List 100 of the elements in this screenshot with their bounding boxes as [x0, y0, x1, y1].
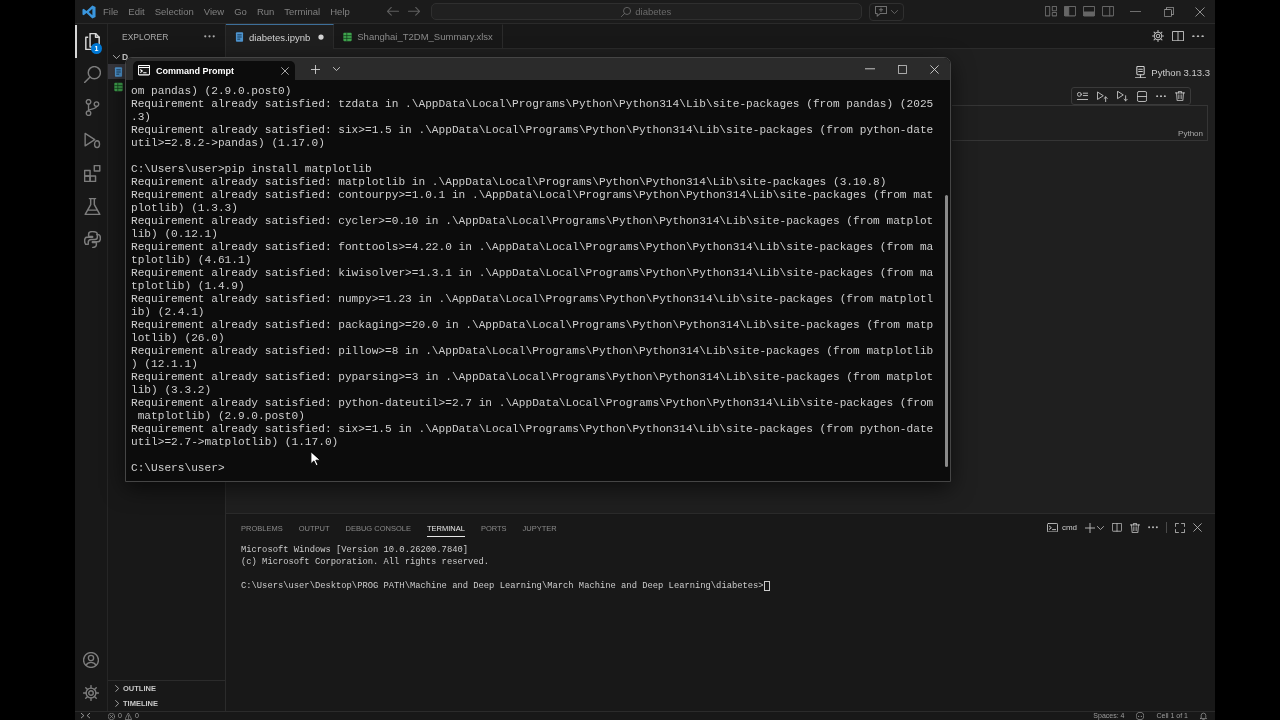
menu-item[interactable]: Go	[229, 2, 252, 21]
file-item[interactable]	[108, 64, 125, 79]
terminal-line: tplotlib) (1.4.9)	[131, 280, 245, 293]
cell-language[interactable]: Python	[1178, 129, 1203, 138]
run-by-line-icon[interactable]	[1077, 91, 1088, 101]
terminal-line: C:\Users\user>	[131, 462, 225, 475]
terminal-line: Requirement already satisfied: six>=1.5 in .\AppData\Local\Programs\Python\Python314\Lib\site-packages (from python-date	[131, 124, 934, 137]
more-icon[interactable]	[1192, 34, 1204, 38]
window-tab[interactable]: Command Prompt	[133, 61, 295, 80]
settings-icon[interactable]	[83, 684, 99, 701]
plus-icon[interactable]	[311, 64, 320, 74]
terminal-line: C:\Users\user\Desktop\PROG PATH\Machine and Deep Learning\March Machine and Deep Learning\diabetes>	[241, 580, 764, 592]
terminal-icon	[138, 65, 150, 76]
menu-item[interactable]: Help	[325, 2, 355, 21]
restore-icon[interactable]	[1163, 6, 1174, 17]
editor-tab[interactable]: Shanghai_T2DM_Summary.xlsx	[334, 24, 503, 48]
search-icon	[621, 6, 632, 17]
notebook-file-icon	[235, 32, 244, 42]
terminal-line: util>=2.8.2->pandas) (1.17.0)	[131, 137, 325, 150]
terminal-line: Requirement already satisfied: pyparsing>=3 in .\AppData\Local\Programs\Python\Python314\Lib\site-packages (from matplot	[131, 371, 934, 384]
forward-arrow-icon[interactable]	[407, 7, 420, 16]
terminal-line: Requirement already satisfied: fonttools>=4.22.0 in .\AppData\Local\Programs\Python\Python314\Lib\site-packages (from ma	[131, 241, 934, 254]
terminal-line: lib) (3.3.2)	[131, 384, 212, 397]
error-icon	[108, 712, 115, 720]
flask-icon	[83, 198, 101, 215]
more-icon[interactable]	[204, 35, 215, 38]
close-icon[interactable]	[1195, 6, 1205, 17]
terminal-line: tplotlib) (4.61.1)	[131, 254, 252, 267]
sidebar-title: EXPLORER	[122, 31, 169, 42]
more-icon[interactable]	[1156, 94, 1166, 98]
run-above-icon[interactable]	[1097, 90, 1108, 102]
terminal-line: Requirement already satisfied: six>=1.5 in .\AppData\Local\Programs\Python\Python314\Lib\site-packages (from python-date	[131, 423, 934, 436]
close-icon[interactable]	[1193, 523, 1202, 532]
terminal-icon	[1046, 522, 1058, 533]
scrollbar-thumb[interactable]	[945, 195, 948, 467]
terminal-line: plotlib) (1.3.3)	[131, 202, 238, 215]
terminal-line: Requirement already satisfied: contourpy>=1.0.1 in .\AppData\Local\Programs\Python\Python314\Lib\site-packages (from mat	[131, 189, 934, 202]
remote-icon[interactable]	[81, 713, 90, 719]
text-cursor-icon	[763, 581, 770, 591]
terminal-line: util>=2.7->matplotlib) (1.17.0)	[131, 436, 339, 449]
chat-button[interactable]	[868, 2, 904, 21]
terminal-line: C:\Users\user>pip install matplotlib	[131, 163, 372, 176]
terminal-line: Requirement already satisfied: pillow>=8 in .\AppData\Local\Programs\Python\Python314\Lib\site-packages (from matplotlib	[131, 345, 934, 358]
mouse-pointer-icon	[310, 451, 320, 467]
terminal-line: om pandas) (2.9.0.post0)	[131, 85, 292, 98]
minimize-icon[interactable]	[1130, 10, 1141, 13]
terminal-line: matplotlib) (2.9.0.post0)	[136, 410, 305, 423]
terminal-profile-button[interactable]: cmd	[1046, 522, 1077, 533]
caret-icon[interactable]	[333, 67, 340, 71]
menu-item[interactable]: View	[198, 2, 230, 21]
split-terminal-icon[interactable]	[1112, 523, 1122, 532]
terminal-line: (c) Microsoft Corporation. All rights reserved.	[241, 556, 490, 568]
maximize-icon[interactable]	[897, 64, 907, 74]
back-arrow-icon[interactable]	[386, 7, 399, 16]
menu-item[interactable]: Terminal	[279, 2, 326, 21]
sidebar-toggle-icon[interactable]	[1064, 6, 1076, 17]
files-icon	[83, 33, 101, 50]
terminal-line: Requirement already satisfied: kiwisolver>=1.3.1 in .\AppData\Local\Programs\Python\Python314\Lib\site-packages (from ma	[131, 267, 934, 280]
search-icon	[83, 66, 101, 83]
search-field[interactable]: diabetes	[430, 3, 862, 20]
terminal-line: lib) (0.12.1)	[131, 228, 218, 241]
account-icon[interactable]	[83, 651, 99, 668]
bell-icon[interactable]	[1200, 712, 1207, 720]
editor-tab[interactable]: diabetes.ipynb	[226, 24, 335, 49]
terminal-line: Requirement already satisfied: packaging>=20.0 in .\AppData\Local\Programs\Python\Python314\Lib\site-packages (from matp	[131, 319, 934, 332]
maximize-icon[interactable]	[1175, 522, 1185, 533]
split-cell-icon[interactable]	[1137, 90, 1147, 102]
terminal-line: Requirement already satisfied: python-dateutil>=2.7 in .\AppData\Local\Programs\Python\Python314\Lib\site-packages (from	[131, 397, 934, 410]
warning-icon	[124, 712, 132, 720]
terminal-line: .3)	[131, 111, 152, 124]
menu-item[interactable]: Selection	[149, 2, 199, 21]
run-below-icon[interactable]	[1117, 90, 1128, 102]
folder-header[interactable]: D	[108, 49, 129, 64]
delete-icon[interactable]	[1175, 91, 1185, 101]
code-cell[interactable]: Python	[952, 105, 1208, 141]
menu-item[interactable]: Edit	[123, 2, 150, 21]
delete-icon[interactable]	[1130, 522, 1140, 533]
menu-item[interactable]: File	[98, 2, 124, 21]
extensions-icon	[83, 165, 101, 182]
more-icon[interactable]	[1148, 526, 1158, 529]
app-logo-icon	[82, 4, 96, 19]
settings-icon[interactable]	[1152, 30, 1164, 42]
caret-icon	[890, 9, 898, 14]
terminal-line: Requirement already satisfied: numpy>=1.23 in .\AppData\Local\Programs\Python\Python314\Lib\site-packages (from matplotl	[131, 293, 934, 306]
server-icon	[1135, 65, 1147, 79]
spreadsheet-file-icon	[343, 31, 353, 42]
plus-icon[interactable]	[1085, 522, 1095, 533]
run-debug-icon	[83, 132, 101, 149]
split-editor-icon[interactable]	[1172, 30, 1184, 42]
terminal-line: ) (12.1.1)	[131, 358, 198, 371]
secondary-sidebar-toggle-icon[interactable]	[1102, 6, 1114, 17]
kernel-picker[interactable]: Python 3.13.3	[1135, 60, 1210, 84]
terminal-line: Microsoft Windows [Version 10.0.26200.7840]	[241, 544, 468, 556]
spreadsheet-file-icon	[114, 81, 123, 92]
terminal-line: ib) (2.4.1)	[131, 306, 205, 319]
caret-icon[interactable]	[1097, 525, 1104, 530]
menu-item[interactable]: Run	[251, 2, 280, 21]
panel-toggle-icon[interactable]	[1083, 6, 1095, 17]
bot-icon[interactable]	[1136, 712, 1145, 720]
layout-icon[interactable]	[1045, 6, 1057, 17]
